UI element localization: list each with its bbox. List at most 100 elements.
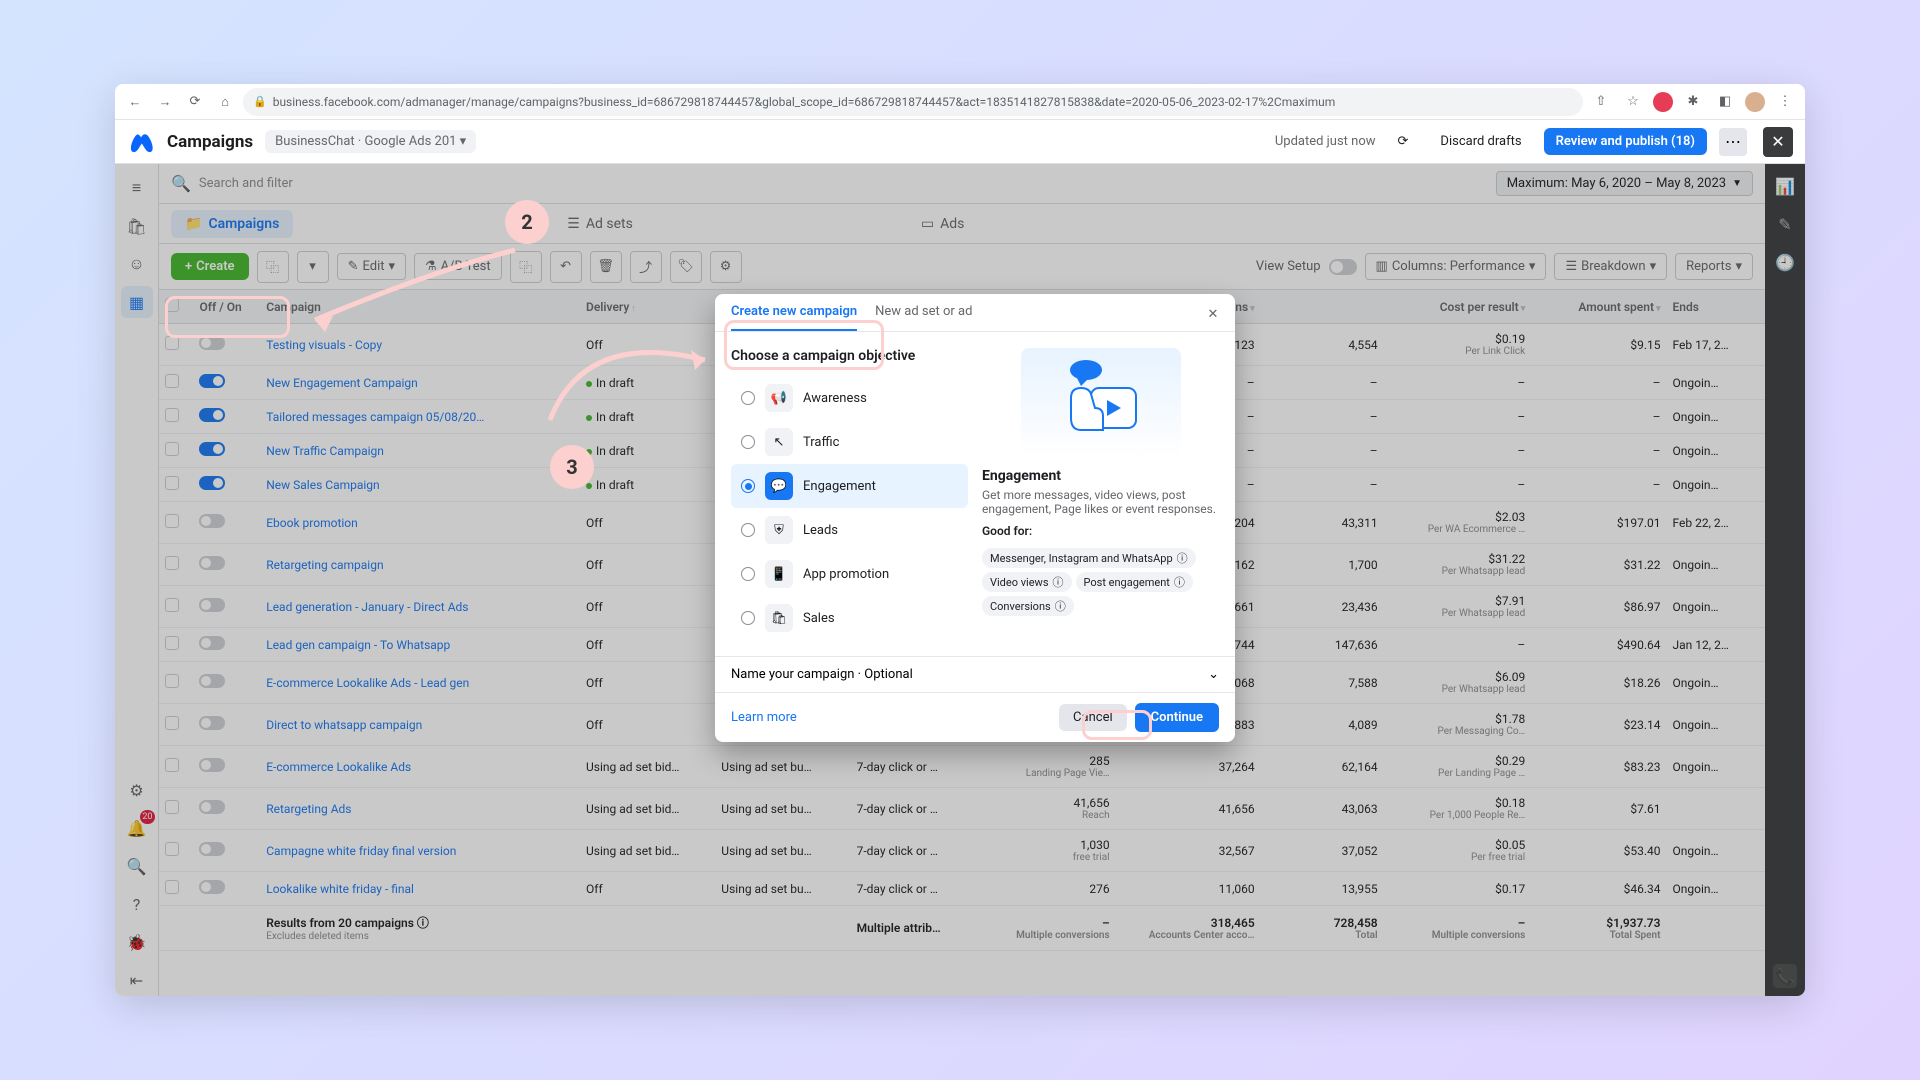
- back-icon[interactable]: ←: [123, 90, 147, 114]
- row-checkbox[interactable]: [165, 674, 179, 688]
- row-toggle[interactable]: [199, 842, 225, 856]
- view-setup-toggle[interactable]: [1329, 259, 1357, 275]
- row-toggle[interactable]: [199, 800, 225, 814]
- row-checkbox[interactable]: [165, 758, 179, 772]
- edit-button[interactable]: ✎ Edit ▾: [337, 253, 406, 280]
- table-row[interactable]: Lookalike white friday - final Off Using…: [159, 872, 1765, 906]
- duplicate-icon[interactable]: ⿻: [257, 251, 289, 283]
- url-bar[interactable]: 🔒 business.facebook.com/admanager/manage…: [243, 88, 1583, 116]
- reports-button[interactable]: Reports ▾: [1675, 253, 1753, 280]
- row-checkbox[interactable]: [165, 336, 179, 350]
- date-range-selector[interactable]: Maximum: May 6, 2020 – May 8, 2023▼: [1496, 171, 1753, 196]
- emoji-icon[interactable]: ☺: [121, 248, 153, 280]
- export-icon[interactable]: ⤴: [630, 251, 662, 283]
- row-toggle[interactable]: [199, 442, 225, 456]
- row-checkbox[interactable]: [165, 374, 179, 388]
- campaign-name[interactable]: Lookalike white friday - final: [260, 872, 580, 906]
- avatar[interactable]: [1745, 92, 1765, 112]
- objective-app-promotion[interactable]: 📱 App promotion: [731, 552, 968, 596]
- bell-icon[interactable]: 🔔20: [121, 812, 153, 844]
- home-icon[interactable]: ⌂: [213, 90, 237, 114]
- campaign-name[interactable]: Testing visuals - Copy: [260, 324, 580, 366]
- row-checkbox[interactable]: [165, 598, 179, 612]
- row-checkbox[interactable]: [165, 442, 179, 456]
- modal-close-icon[interactable]: ✕: [1201, 302, 1225, 326]
- tab-ads[interactable]: ▭ Ads: [907, 210, 979, 238]
- tab-campaigns[interactable]: 📁 Campaigns: [171, 210, 293, 238]
- review-publish-button[interactable]: Review and publish (18): [1544, 128, 1707, 155]
- campaign-name[interactable]: New Engagement Campaign: [260, 366, 580, 400]
- row-toggle[interactable]: [199, 476, 225, 490]
- table-icon[interactable]: ▦: [121, 286, 153, 318]
- col-campaign[interactable]: Campaign: [266, 300, 321, 314]
- row-checkbox[interactable]: [165, 408, 179, 422]
- campaign-name[interactable]: Tailored messages campaign 05/08/20…: [260, 400, 580, 434]
- account-selector[interactable]: BusinessChat · Google Ads 201 ▾: [265, 130, 476, 153]
- search-input[interactable]: Search and filter: [199, 176, 1488, 191]
- campaign-name[interactable]: New Traffic Campaign: [260, 434, 580, 468]
- sidebar-icon[interactable]: ◧: [1713, 90, 1737, 114]
- campaign-name[interactable]: E-commerce Lookalike Ads: [260, 746, 580, 788]
- continue-button[interactable]: Continue: [1135, 703, 1219, 732]
- help-icon[interactable]: ?: [121, 888, 153, 920]
- gear-icon[interactable]: ⚙: [121, 774, 153, 806]
- row-toggle[interactable]: [199, 336, 225, 350]
- share-icon[interactable]: ⇧: [1589, 90, 1613, 114]
- table-row[interactable]: E-commerce Lookalike Ads Using ad set bi…: [159, 746, 1765, 788]
- campaign-name[interactable]: New Sales Campaign: [260, 468, 580, 502]
- chart-icon[interactable]: 📊: [1773, 174, 1797, 198]
- ab-test-button[interactable]: ⚗ A/B Test: [414, 253, 502, 280]
- row-checkbox[interactable]: [165, 880, 179, 894]
- campaign-name[interactable]: Campagne white friday final version: [260, 830, 580, 872]
- row-checkbox[interactable]: [165, 636, 179, 650]
- name-campaign-row[interactable]: Name your campaign · Optional ⌄: [715, 656, 1235, 692]
- campaign-name[interactable]: Lead generation - January - Direct Ads: [260, 586, 580, 628]
- col-delivery[interactable]: Delivery: [586, 300, 629, 314]
- campaign-name[interactable]: Direct to whatsapp campaign: [260, 704, 580, 746]
- table-row[interactable]: Retargeting Ads Using ad set bid… Using …: [159, 788, 1765, 830]
- row-toggle[interactable]: [199, 374, 225, 388]
- cancel-button[interactable]: Cancel: [1059, 704, 1127, 731]
- undo-icon[interactable]: ↶: [550, 251, 582, 283]
- chevron-down-icon[interactable]: ▾: [297, 251, 329, 283]
- delete-icon[interactable]: 🗑: [590, 251, 622, 283]
- discard-drafts-button[interactable]: Discard drafts: [1430, 128, 1531, 155]
- reload-icon[interactable]: ⟳: [183, 90, 207, 114]
- row-checkbox[interactable]: [165, 716, 179, 730]
- learn-more-link[interactable]: Learn more: [731, 710, 797, 725]
- breakdown-button[interactable]: ☰ Breakdown ▾: [1554, 253, 1667, 280]
- col-amount[interactable]: Amount spent: [1578, 300, 1654, 314]
- row-checkbox[interactable]: [165, 476, 179, 490]
- col-cost[interactable]: Cost per result: [1440, 300, 1519, 314]
- table-row[interactable]: Campagne white friday final version Usin…: [159, 830, 1765, 872]
- col-off-on[interactable]: Off / On: [193, 290, 260, 324]
- row-toggle[interactable]: [199, 716, 225, 730]
- edit-panel-icon[interactable]: ✎: [1773, 212, 1797, 236]
- rules-icon[interactable]: ⚙: [710, 251, 742, 283]
- campaign-name[interactable]: Retargeting Ads: [260, 788, 580, 830]
- row-toggle[interactable]: [199, 674, 225, 688]
- objective-awareness[interactable]: 📢 Awareness: [731, 376, 968, 420]
- row-toggle[interactable]: [199, 598, 225, 612]
- campaign-name[interactable]: Retargeting campaign: [260, 544, 580, 586]
- row-toggle[interactable]: [199, 408, 225, 422]
- row-checkbox[interactable]: [165, 842, 179, 856]
- row-toggle[interactable]: [199, 636, 225, 650]
- select-all-checkbox[interactable]: [165, 298, 179, 312]
- bug-icon[interactable]: 🐞: [121, 926, 153, 958]
- row-checkbox[interactable]: [165, 514, 179, 528]
- cart-icon[interactable]: 🛍: [121, 210, 153, 242]
- menu-icon[interactable]: ≡: [121, 172, 153, 204]
- extension-icon[interactable]: [1653, 92, 1673, 112]
- row-toggle[interactable]: [199, 556, 225, 570]
- modal-tab-new-adset[interactable]: New ad set or ad: [875, 304, 972, 331]
- close-panel-icon[interactable]: ✕: [1763, 127, 1793, 157]
- campaign-name[interactable]: E-commerce Lookalike Ads - Lead gen: [260, 662, 580, 704]
- campaign-name[interactable]: Lead gen campaign - To Whatsapp: [260, 628, 580, 662]
- row-toggle[interactable]: [199, 514, 225, 528]
- objective-engagement[interactable]: 💬 Engagement: [731, 464, 968, 508]
- collapse-icon[interactable]: ⇤: [121, 964, 153, 996]
- history-icon[interactable]: 🕘: [1773, 250, 1797, 274]
- row-toggle[interactable]: [199, 880, 225, 894]
- objective-traffic[interactable]: ↖ Traffic: [731, 420, 968, 464]
